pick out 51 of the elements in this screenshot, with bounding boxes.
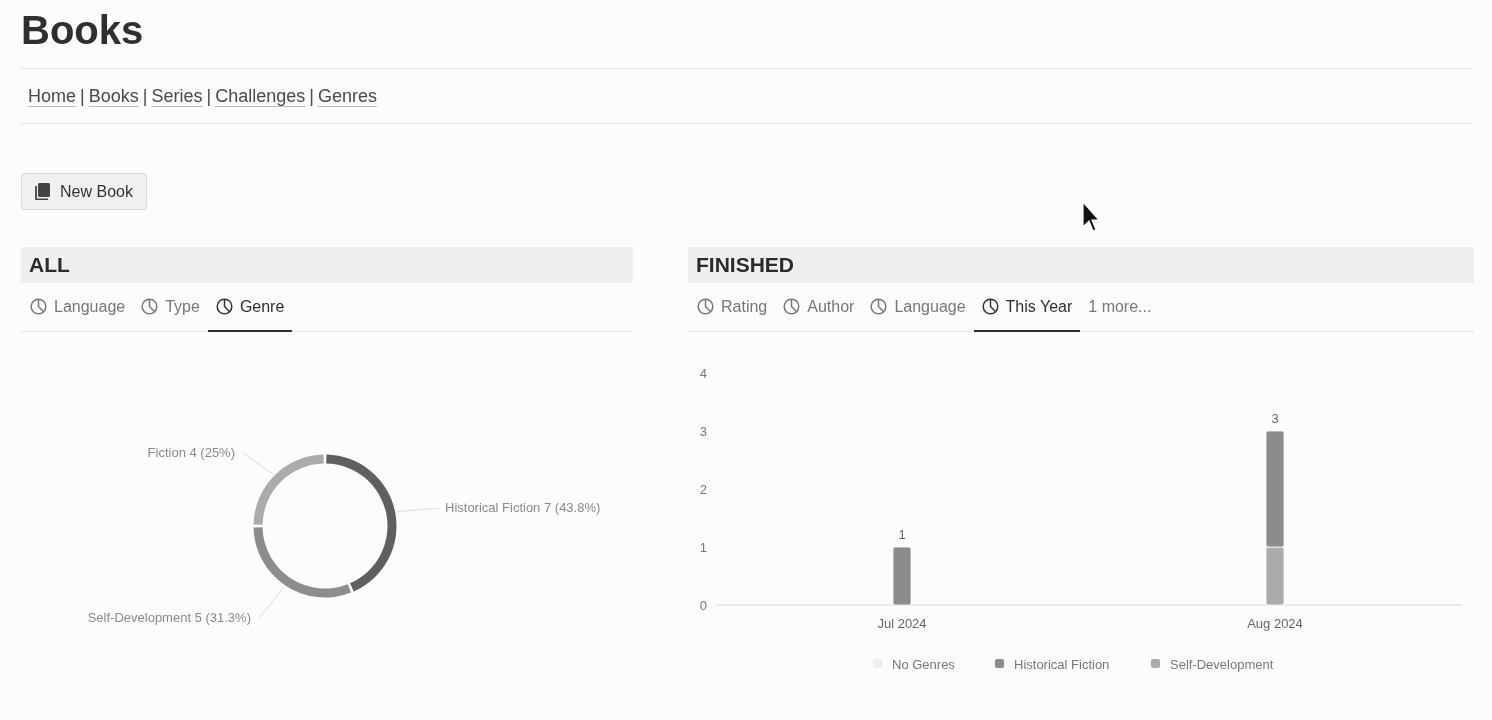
bar-value-label: 3 xyxy=(1271,411,1279,426)
view-tab[interactable]: Type xyxy=(133,283,208,332)
legend-item[interactable]: Self-Development xyxy=(1151,657,1274,672)
view-tab[interactable]: Rating xyxy=(689,283,776,332)
slice-label: Historical Fiction 7 (43.8%) xyxy=(445,500,601,515)
nav-link[interactable]: Challenges xyxy=(215,82,306,110)
legend-label: Historical Fiction xyxy=(1014,657,1110,672)
section-header: FINISHED xyxy=(688,247,1474,283)
nav-link[interactable]: Genres xyxy=(317,82,377,110)
page-title: Books xyxy=(21,7,144,54)
axis-tick-label: 1 xyxy=(699,540,707,555)
legend-item[interactable]: No Genres xyxy=(873,657,955,672)
nav-separator: | xyxy=(142,84,148,108)
x-axis-label: Jul 2024 xyxy=(877,616,927,631)
view-tab[interactable]: Language xyxy=(862,283,974,332)
legend-item[interactable]: Historical Fiction xyxy=(995,657,1110,672)
nav-separator: | xyxy=(206,84,212,108)
section-header: ALL xyxy=(21,247,633,283)
nav-link[interactable]: Books xyxy=(88,82,139,110)
nav-link[interactable]: Series xyxy=(151,82,203,110)
pie-chart-icon xyxy=(783,298,801,315)
mouse-cursor-icon xyxy=(1082,201,1099,233)
pie-chart-icon xyxy=(30,298,47,315)
pie-chart-icon xyxy=(215,298,233,315)
view-tab[interactable]: Genre xyxy=(207,283,293,332)
bar-value-label: 1 xyxy=(898,527,906,542)
new-book-button[interactable]: New Book xyxy=(21,173,147,210)
leader-line xyxy=(396,507,440,513)
slice-label: Self-Development 5 (31.3%) xyxy=(87,610,251,625)
view-tab[interactable]: Author xyxy=(775,283,863,332)
book-icon xyxy=(35,183,51,200)
axis-tick-label: 0 xyxy=(699,598,707,613)
axis-tick-label: 4 xyxy=(699,366,707,381)
leader-line xyxy=(258,586,285,619)
more-views-link[interactable]: 1 more... xyxy=(1080,283,1160,332)
leader-line xyxy=(242,452,274,475)
pie-chart-icon xyxy=(141,298,159,315)
nav-link[interactable]: Home xyxy=(28,82,76,110)
axis-tick-label: 2 xyxy=(699,482,707,497)
nav-separator: | xyxy=(309,84,314,108)
view-tab[interactable]: Language xyxy=(22,283,134,332)
x-axis-label: Aug 2024 xyxy=(1247,616,1303,631)
pie-chart-icon xyxy=(697,298,714,315)
slice-label: Fiction 4 (25%) xyxy=(147,445,235,460)
axis-tick-label: 3 xyxy=(699,424,707,439)
legend-label: Self-Development xyxy=(1170,657,1274,672)
view-tab[interactable]: This Year xyxy=(973,283,1081,332)
legend-label: No Genres xyxy=(892,657,956,672)
nav-separator: | xyxy=(80,84,85,108)
pie-chart-icon xyxy=(870,298,888,315)
pie-chart-icon xyxy=(981,298,999,315)
